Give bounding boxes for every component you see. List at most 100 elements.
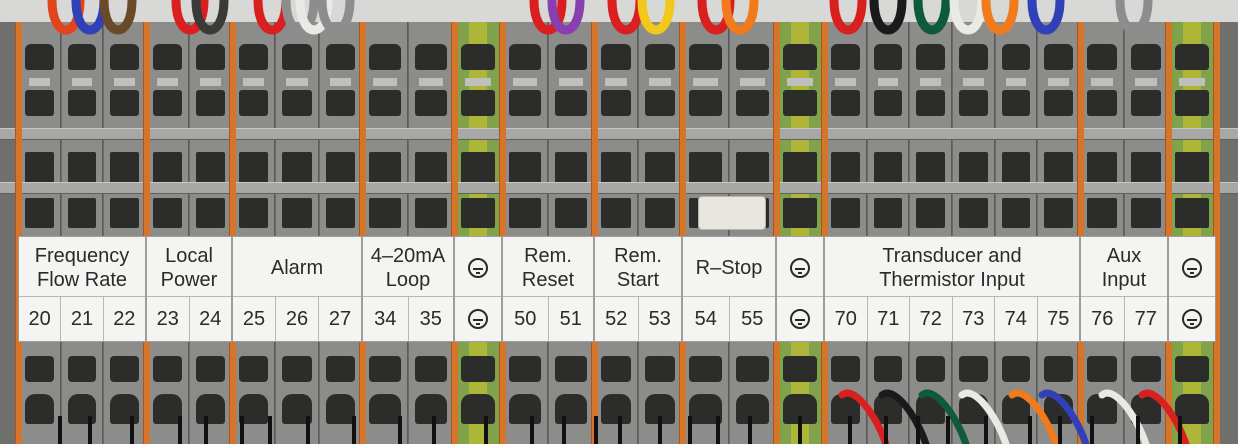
wire-entry-hole	[555, 44, 587, 70]
release-slot	[877, 78, 899, 86]
wire-entry-hole	[369, 90, 401, 116]
wire-entry-hole	[239, 198, 269, 228]
screw-marker	[268, 416, 272, 444]
screw-marker	[1058, 416, 1062, 444]
wire-entry-hole	[555, 90, 587, 116]
release-slot	[465, 78, 491, 86]
release-slot	[513, 78, 537, 86]
group-name: Local Power	[147, 239, 231, 297]
wire-entry-hole	[153, 356, 182, 382]
wire-entry-hole	[509, 394, 541, 424]
group-name: Transducer and Thermistor Input	[825, 239, 1079, 297]
terminal-number: 27	[318, 297, 361, 341]
terminal	[866, 22, 910, 444]
wire-entry-hole	[873, 44, 903, 70]
terminal	[594, 22, 638, 444]
group-name	[777, 239, 823, 297]
group-separator	[1077, 22, 1084, 444]
terminal-number: 70	[834, 307, 857, 330]
wire-entry-hole	[239, 356, 269, 382]
label-group: Transducer and Thermistor Input 70 71 72 73 74…	[824, 236, 1080, 342]
wire-entry-hole	[415, 356, 447, 382]
screw-marker	[58, 416, 62, 444]
wire-entry-hole	[873, 356, 903, 382]
wire-entry-hole	[67, 394, 97, 424]
earth-ground-icon	[790, 258, 810, 278]
wire-entry-hole	[783, 44, 817, 70]
screw-marker	[884, 416, 888, 444]
wire-entry-hole	[325, 90, 355, 116]
wire-entry-hole	[555, 394, 587, 424]
group-name-line: Rem.	[524, 245, 572, 267]
terminal	[408, 22, 454, 444]
wire-entry-hole	[110, 198, 139, 228]
wire-entry-hole	[689, 356, 722, 382]
release-slot	[787, 78, 813, 86]
wire-entry-hole	[415, 44, 447, 70]
wire-entry-hole	[645, 44, 675, 70]
release-slot	[114, 78, 135, 86]
wire-entry-hole	[736, 44, 769, 70]
earth-ground-icon	[468, 258, 488, 278]
wire-entry-hole	[916, 90, 945, 116]
label-group: 4–20mA Loop 34 35	[362, 236, 454, 342]
release-slot	[1179, 78, 1205, 86]
terminal-number: 34	[374, 307, 397, 330]
terminal-numbers: 23 24	[147, 296, 231, 341]
terminal-numbers: 34 35	[363, 296, 453, 341]
terminal	[1080, 22, 1124, 444]
terminal-numbers: 50 51	[503, 296, 593, 341]
ground-cell	[777, 297, 823, 341]
terminal-numbers	[1169, 296, 1215, 341]
ground-label	[1168, 236, 1216, 342]
earth-ground-icon	[1182, 258, 1202, 278]
wire-entry-hole	[1044, 356, 1073, 382]
wire-entry-hole	[67, 44, 97, 70]
wire-entry-hole	[555, 198, 587, 228]
wire-entry-hole	[509, 90, 541, 116]
release-slot	[71, 78, 93, 86]
ground-label	[776, 236, 824, 342]
terminal-number: 77	[1123, 297, 1168, 341]
group-separator	[1213, 22, 1220, 444]
release-slot	[963, 78, 984, 86]
wire-entry-hole	[783, 198, 817, 228]
screw-marker	[562, 416, 566, 444]
wire-entry-hole	[645, 198, 675, 228]
group-name-line: Thermistor Input	[879, 269, 1025, 291]
wire-entry-hole	[25, 90, 54, 116]
group-name-line: Flow Rate	[36, 269, 128, 291]
label-group: Aux Input 76 77	[1080, 236, 1168, 342]
wire-entry-hole	[689, 44, 722, 70]
wire-entry-hole	[239, 44, 269, 70]
wire-entry-hole	[645, 90, 675, 116]
ground-terminal	[1168, 22, 1216, 444]
wire-entry-hole	[196, 198, 225, 228]
release-slot	[605, 78, 627, 86]
screw-marker	[688, 416, 692, 444]
screw-marker	[88, 416, 92, 444]
terminal	[729, 22, 776, 444]
group-separator	[359, 22, 366, 444]
screw-marker	[484, 416, 488, 444]
terminal-label-strip: Frequency Flow Rate 20 21 22 Local Power 23 24 Al…	[18, 236, 1218, 342]
terminal-number: 75	[1036, 297, 1080, 341]
release-slot	[243, 78, 265, 86]
terminal-numbers: 54 55	[683, 296, 775, 341]
wire-entry-hole	[1175, 356, 1209, 382]
wire-entry-hole	[239, 90, 269, 116]
ground-terminal	[776, 22, 824, 444]
wire-entry-hole	[831, 394, 860, 424]
wire-entry-hole	[461, 44, 495, 70]
group-name: Aux Input	[1081, 239, 1167, 297]
group-name-line: Power	[160, 269, 218, 291]
wire-entry-hole	[1087, 198, 1117, 228]
screw-marker	[1028, 416, 1032, 444]
label-group: R–Stop 54 55	[682, 236, 776, 342]
terminal-number: 35	[407, 297, 454, 341]
terminal-number: 23	[156, 307, 179, 330]
group-name-line: Loop	[385, 269, 431, 291]
wire-entry-hole	[1131, 356, 1161, 382]
release-slot	[920, 78, 941, 86]
terminal-number: 25	[242, 307, 266, 330]
